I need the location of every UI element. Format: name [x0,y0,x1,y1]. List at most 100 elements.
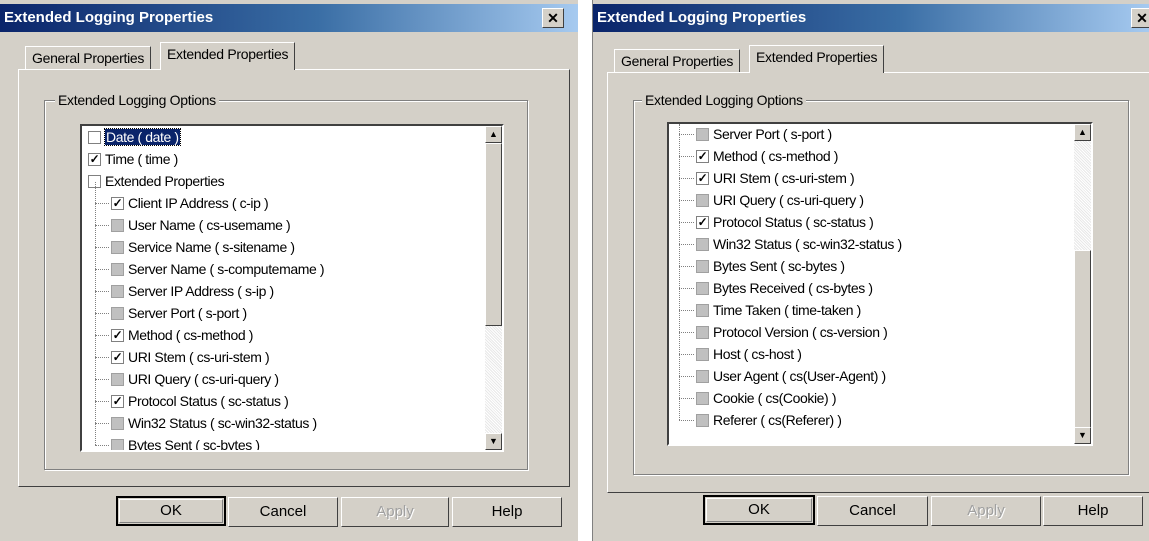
list-item[interactable]: Cookie ( cs(Cookie) ) [696,387,836,409]
checkbox-icon[interactable] [696,193,709,207]
list-item-label: Bytes Sent ( sc-bytes ) [128,437,260,452]
checkbox-icon[interactable] [696,369,709,383]
checkbox-checked-icon[interactable]: ✓ [111,350,124,364]
list-item[interactable]: ✓ Time ( time ) [88,148,178,170]
list-item[interactable]: ✓ Protocol Status ( sc-status ) [696,211,874,233]
vertical-scrollbar[interactable]: ▲ ▼ [485,126,502,450]
checkbox-checked-icon[interactable]: ✓ [111,394,124,408]
list-item[interactable]: Time Taken ( time-taken ) [696,299,861,321]
help-label: Help [1077,502,1109,519]
group-label: Extended Logging Options [55,92,219,108]
list-item[interactable]: Bytes Sent ( sc-bytes ) [111,434,260,452]
close-icon[interactable]: ✕ [1131,8,1149,28]
checkbox-icon[interactable] [696,237,709,251]
list-item[interactable]: Referer ( cs(Referer) ) [696,409,842,431]
apply-label: Apply [967,502,1005,519]
checkbox-checked-icon[interactable]: ✓ [88,152,101,166]
tree-connector [95,203,109,204]
list-item[interactable]: User Name ( cs-usemame ) [111,214,291,236]
checkbox-checked-icon[interactable]: ✓ [111,196,124,210]
list-item[interactable]: Host ( cs-host ) [696,343,802,365]
apply-button[interactable]: Apply [341,497,449,527]
tab-extended-properties[interactable]: Extended Properties [160,42,296,70]
list-item-label: Method ( cs-method ) [128,327,254,343]
list-item[interactable]: Server Name ( s-computemame ) [111,258,325,280]
tab-general-properties[interactable]: General Properties [614,49,741,73]
checkbox-icon[interactable] [111,438,124,450]
list-item[interactable]: ✓ Method ( cs-method ) [111,324,253,346]
checkbox-icon[interactable] [696,413,709,427]
checkbox-icon[interactable] [111,262,124,276]
list-item[interactable]: User Agent ( cs(User-Agent) ) [696,365,886,387]
logging-options-list[interactable]: ▲ ▼ Server Port ( s-port ) ✓ Method ( cs-m… [667,122,1093,446]
apply-button[interactable]: Apply [931,496,1041,526]
list-item[interactable]: Server IP Address ( s-ip ) [111,280,274,302]
tab-label: General Properties [32,50,145,66]
list-item[interactable]: Date ( date ) [88,126,181,148]
checkbox-icon[interactable] [111,284,124,298]
ok-label: OK [748,501,770,518]
cancel-button[interactable]: Cancel [817,496,928,526]
list-item[interactable]: Server Port ( s-port ) [111,302,247,324]
list-item[interactable]: Win32 Status ( sc-win32-status ) [696,233,902,255]
list-item[interactable]: ✓ Protocol Status ( sc-status ) [111,390,289,412]
scroll-up-icon[interactable]: ▲ [1074,124,1091,141]
checkbox-icon[interactable] [111,218,124,232]
checkbox-icon[interactable] [696,259,709,273]
title-bar[interactable]: Extended Logging Properties [0,4,578,32]
list-item[interactable]: URI Query ( cs-uri-query ) [696,189,864,211]
list-item[interactable]: ✓ Client IP Address ( c-ip ) [111,192,269,214]
checkbox-icon[interactable] [696,303,709,317]
tab-label: General Properties [621,53,734,69]
tree-connector [679,398,694,399]
checkbox-icon[interactable] [111,416,124,430]
list-item[interactable]: Protocol Version ( cs-version ) [696,321,888,343]
ok-button[interactable]: OK [703,495,815,525]
list-item[interactable]: Server Port ( s-port ) [696,124,832,145]
checkbox-icon[interactable] [696,325,709,339]
list-item[interactable]: Bytes Sent ( sc-bytes ) [696,255,845,277]
scroll-down-icon[interactable]: ▼ [1074,427,1091,444]
checkbox-icon[interactable] [111,240,124,254]
checkbox-icon[interactable] [111,372,124,386]
list-item[interactable]: Win32 Status ( sc-win32-status ) [111,412,317,434]
list-item[interactable]: Service Name ( s-sitename ) [111,236,295,258]
tab-extended-properties[interactable]: Extended Properties [749,45,885,73]
list-item-label: Date ( date ) [104,128,181,146]
checkbox-checked-icon[interactable]: ✓ [111,328,124,342]
checkbox-icon[interactable] [111,306,124,320]
tree-connector [679,178,694,179]
list-item[interactable]: ✓ URI Stem ( cs-uri-stem ) [111,346,270,368]
checkbox-icon[interactable] [696,391,709,405]
close-icon[interactable]: ✕ [542,8,564,28]
list-item[interactable]: Extended Properties [88,170,225,192]
checkbox-checked-icon[interactable]: ✓ [696,149,709,163]
logging-options-list[interactable]: ▲ ▼ Date ( date ) ✓ Time ( time ) Extended … [80,124,504,452]
checkbox-checked-icon[interactable]: ✓ [696,215,709,229]
scroll-up-icon[interactable]: ▲ [485,126,502,143]
list-item[interactable]: URI Query ( cs-uri-query ) [111,368,279,390]
list-item[interactable]: Bytes Received ( cs-bytes ) [696,277,873,299]
ok-button[interactable]: OK [116,496,226,526]
scroll-thumb[interactable] [485,143,502,326]
tree-connector [95,225,109,226]
list-item-label: Protocol Status ( sc-status ) [128,393,289,409]
list-item[interactable]: ✓ Method ( cs-method ) [696,145,838,167]
scroll-down-icon[interactable]: ▼ [485,433,502,450]
tab-general-properties[interactable]: General Properties [25,46,152,70]
title-bar[interactable]: Extended Logging Properties [593,4,1149,32]
vertical-scrollbar[interactable]: ▲ ▼ [1074,124,1091,444]
checkbox-icon[interactable] [696,127,709,141]
help-button[interactable]: Help [1043,496,1143,526]
checkbox-icon[interactable] [88,130,101,144]
image-separator [578,0,592,541]
scroll-thumb[interactable] [1074,250,1091,430]
checkbox-icon[interactable] [696,347,709,361]
dialog-left: Extended Logging Properties ✕ General Pr… [0,0,578,541]
checkbox-checked-icon[interactable]: ✓ [696,171,709,185]
help-button[interactable]: Help [452,497,562,527]
list-item[interactable]: ✓ URI Stem ( cs-uri-stem ) [696,167,855,189]
cancel-button[interactable]: Cancel [228,497,338,527]
dialog-title: Extended Logging Properties [4,9,214,26]
checkbox-icon[interactable] [696,281,709,295]
